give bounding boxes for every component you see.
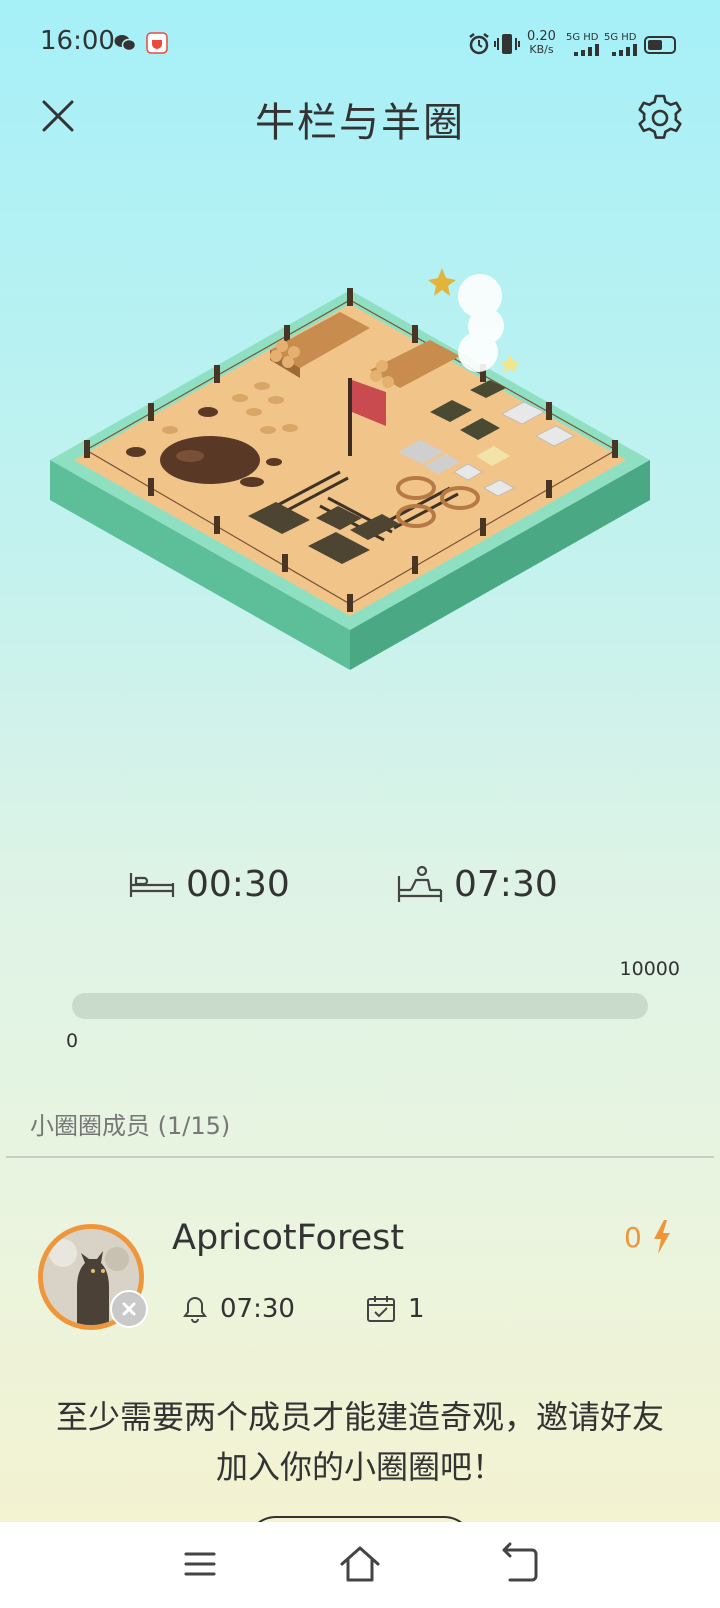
net-speed-value: 0.20 xyxy=(527,29,556,44)
energy-value: 0 xyxy=(624,1220,642,1254)
wake-time-group[interactable]: 07:30 xyxy=(396,860,558,908)
sparkle-star-icon xyxy=(500,354,520,373)
notice-line-1: 至少需要两个成员才能建造奇观，邀请好友 xyxy=(55,1398,664,1436)
progress-bar xyxy=(72,993,648,1019)
lightning-icon xyxy=(653,1220,670,1254)
vibrate-icon xyxy=(494,34,520,54)
flag-pole xyxy=(348,378,352,456)
alarm-icon xyxy=(469,33,489,55)
member-name: ApricotForest xyxy=(172,1218,405,1258)
home-icon[interactable] xyxy=(338,1542,382,1586)
invite-notice: 至少需要两个成员才能建造奇观，邀请好友 加入你的小圈圈吧！ xyxy=(0,1392,720,1492)
signal-icon xyxy=(612,44,637,56)
wonder-construction-scene xyxy=(50,268,650,670)
member-checkin: 1 xyxy=(366,1292,425,1326)
members-heading-label: 小圈圈成员 xyxy=(30,1112,150,1140)
battery-level xyxy=(648,40,662,50)
battery-icon xyxy=(644,36,676,54)
notice-line-2: 加入你的小圈圈吧！ xyxy=(215,1448,504,1486)
member-alarm-time: 07:30 xyxy=(220,1294,295,1324)
progress-max-label: 10000 xyxy=(619,958,680,980)
bell-icon xyxy=(183,1296,207,1323)
calendar-check-icon xyxy=(367,1296,395,1322)
sparkle-star-icon xyxy=(428,268,456,296)
sim2-label: 5G HD xyxy=(604,32,637,43)
member-alarm: 07:30 xyxy=(182,1292,295,1326)
progress-min-label: 0 xyxy=(66,1030,79,1052)
page-title: 牛栏与羊圈 xyxy=(255,100,465,146)
status-bar: 16:00 0.20 KB/s 5G HD 5G HD xyxy=(0,0,720,90)
wechat-icon xyxy=(114,35,136,52)
energy-count: 0 xyxy=(624,1220,672,1254)
member-checkin-days: 1 xyxy=(408,1294,425,1324)
bedtime[interactable]: 00:30 xyxy=(128,860,290,908)
dirt-pit xyxy=(160,436,260,484)
net-speed-unit: KB/s xyxy=(529,43,554,56)
sim1-label: 5G HD xyxy=(566,32,599,43)
divider xyxy=(6,1156,714,1158)
navigation-bar xyxy=(0,1522,720,1608)
status-time: 16:00 xyxy=(40,26,115,56)
net-speed: 0.20 KB/s xyxy=(527,30,556,56)
sleep-time: 00:30 xyxy=(186,863,290,905)
badge-icon xyxy=(110,1290,148,1328)
bed-icon xyxy=(129,873,175,897)
wake-time: 07:30 xyxy=(454,863,558,905)
gear-icon[interactable] xyxy=(634,92,686,144)
back-icon[interactable] xyxy=(498,1542,542,1586)
menu-icon[interactable] xyxy=(178,1542,222,1586)
wake-up-icon xyxy=(397,865,443,902)
app-notification-icon xyxy=(146,32,168,54)
members-heading: 小圈圈成员 (1/15) xyxy=(30,1106,230,1141)
smoke-cloud xyxy=(458,274,504,372)
members-count: (1/15) xyxy=(157,1112,231,1140)
signal-icon xyxy=(574,44,599,56)
sand-ground xyxy=(74,304,626,616)
